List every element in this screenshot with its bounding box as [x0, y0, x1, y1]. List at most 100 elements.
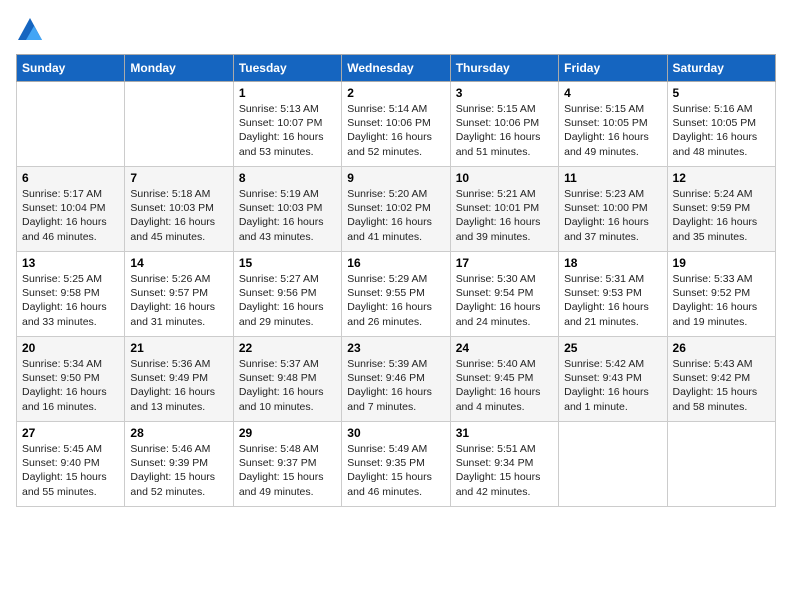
day-cell: 7 Sunrise: 5:18 AMSunset: 10:03 PMDayligh… — [125, 167, 233, 252]
day-info: Sunrise: 5:34 AMSunset: 9:50 PMDaylight:… — [22, 357, 119, 414]
day-number: 9 — [347, 171, 444, 185]
day-info: Sunrise: 5:26 AMSunset: 9:57 PMDaylight:… — [130, 272, 227, 329]
day-cell: 28 Sunrise: 5:46 AMSunset: 9:39 PMDayligh… — [125, 422, 233, 507]
header-row: SundayMondayTuesdayWednesdayThursdayFrid… — [17, 55, 776, 82]
day-info: Sunrise: 5:51 AMSunset: 9:34 PMDaylight:… — [456, 442, 553, 499]
day-number: 26 — [673, 341, 770, 355]
header — [16, 16, 776, 44]
day-info: Sunrise: 5:48 AMSunset: 9:37 PMDaylight:… — [239, 442, 336, 499]
day-cell: 20 Sunrise: 5:34 AMSunset: 9:50 PMDayligh… — [17, 337, 125, 422]
day-cell: 8Sunrise: 5:19 AMSunset: 10:03 PMDayligh… — [233, 167, 341, 252]
day-cell — [667, 422, 775, 507]
day-number: 30 — [347, 426, 444, 440]
day-info: Sunrise: 5:16 AMSunset: 10:05 PMDaylight… — [673, 102, 770, 159]
day-info: Sunrise: 5:18 AMSunset: 10:03 PMDaylight… — [130, 187, 227, 244]
day-info: Sunrise: 5:40 AMSunset: 9:45 PMDaylight:… — [456, 357, 553, 414]
day-number: 19 — [673, 256, 770, 270]
calendar-body: 1Sunrise: 5:13 AMSunset: 10:07 PMDayligh… — [17, 82, 776, 507]
day-cell: 19 Sunrise: 5:33 AMSunset: 9:52 PMDayligh… — [667, 252, 775, 337]
header-cell-tuesday: Tuesday — [233, 55, 341, 82]
day-info: Sunrise: 5:49 AMSunset: 9:35 PMDaylight:… — [347, 442, 444, 499]
day-info: Sunrise: 5:23 AMSunset: 10:00 PMDaylight… — [564, 187, 661, 244]
day-info: Sunrise: 5:46 AMSunset: 9:39 PMDaylight:… — [130, 442, 227, 499]
day-info: Sunrise: 5:36 AMSunset: 9:49 PMDaylight:… — [130, 357, 227, 414]
day-info: Sunrise: 5:14 AMSunset: 10:06 PMDaylight… — [347, 102, 444, 159]
day-info: Sunrise: 5:29 AMSunset: 9:55 PMDaylight:… — [347, 272, 444, 329]
day-info: Sunrise: 5:31 AMSunset: 9:53 PMDaylight:… — [564, 272, 661, 329]
day-number: 22 — [239, 341, 336, 355]
day-number: 18 — [564, 256, 661, 270]
header-cell-saturday: Saturday — [667, 55, 775, 82]
day-info: Sunrise: 5:25 AMSunset: 9:58 PMDaylight:… — [22, 272, 119, 329]
day-cell: 18 Sunrise: 5:31 AMSunset: 9:53 PMDayligh… — [559, 252, 667, 337]
day-cell: 26Sunrise: 5:43 AMSunset: 9:42 PMDayligh… — [667, 337, 775, 422]
day-cell: 12Sunrise: 5:24 AMSunset: 9:59 PMDayligh… — [667, 167, 775, 252]
day-cell: 24 Sunrise: 5:40 AMSunset: 9:45 PMDayligh… — [450, 337, 558, 422]
day-number: 21 — [130, 341, 227, 355]
header-cell-wednesday: Wednesday — [342, 55, 450, 82]
day-cell: 13 Sunrise: 5:25 AMSunset: 9:58 PMDayligh… — [17, 252, 125, 337]
day-info: Sunrise: 5:30 AMSunset: 9:54 PMDaylight:… — [456, 272, 553, 329]
day-number: 11 — [564, 171, 661, 185]
day-number: 20 — [22, 341, 119, 355]
day-cell — [559, 422, 667, 507]
day-number: 29 — [239, 426, 336, 440]
day-cell: 23 Sunrise: 5:39 AMSunset: 9:46 PMDayligh… — [342, 337, 450, 422]
day-info: Sunrise: 5:19 AMSunset: 10:03 PMDaylight… — [239, 187, 336, 244]
day-cell: 1Sunrise: 5:13 AMSunset: 10:07 PMDayligh… — [233, 82, 341, 167]
calendar-header: SundayMondayTuesdayWednesdayThursdayFrid… — [17, 55, 776, 82]
day-number: 10 — [456, 171, 553, 185]
week-row-0: 1Sunrise: 5:13 AMSunset: 10:07 PMDayligh… — [17, 82, 776, 167]
day-cell: 4 Sunrise: 5:15 AMSunset: 10:05 PMDayligh… — [559, 82, 667, 167]
day-number: 13 — [22, 256, 119, 270]
week-row-4: 27Sunrise: 5:45 AMSunset: 9:40 PMDayligh… — [17, 422, 776, 507]
day-cell: 11 Sunrise: 5:23 AMSunset: 10:00 PMDaylig… — [559, 167, 667, 252]
day-number: 28 — [130, 426, 227, 440]
day-cell: 14 Sunrise: 5:26 AMSunset: 9:57 PMDayligh… — [125, 252, 233, 337]
header-cell-sunday: Sunday — [17, 55, 125, 82]
header-cell-friday: Friday — [559, 55, 667, 82]
day-cell: 31Sunrise: 5:51 AMSunset: 9:34 PMDayligh… — [450, 422, 558, 507]
day-cell: 21 Sunrise: 5:36 AMSunset: 9:49 PMDayligh… — [125, 337, 233, 422]
week-row-3: 20 Sunrise: 5:34 AMSunset: 9:50 PMDayligh… — [17, 337, 776, 422]
day-number: 1 — [239, 86, 336, 100]
day-number: 12 — [673, 171, 770, 185]
day-cell: 17 Sunrise: 5:30 AMSunset: 9:54 PMDayligh… — [450, 252, 558, 337]
day-number: 23 — [347, 341, 444, 355]
day-info: Sunrise: 5:17 AMSunset: 10:04 PMDaylight… — [22, 187, 119, 244]
week-row-1: 6 Sunrise: 5:17 AMSunset: 10:04 PMDayligh… — [17, 167, 776, 252]
logo-icon — [16, 16, 44, 44]
week-row-2: 13 Sunrise: 5:25 AMSunset: 9:58 PMDayligh… — [17, 252, 776, 337]
day-info: Sunrise: 5:27 AMSunset: 9:56 PMDaylight:… — [239, 272, 336, 329]
day-info: Sunrise: 5:33 AMSunset: 9:52 PMDaylight:… — [673, 272, 770, 329]
day-info: Sunrise: 5:42 AMSunset: 9:43 PMDaylight:… — [564, 357, 661, 414]
day-info: Sunrise: 5:15 AMSunset: 10:05 PMDaylight… — [564, 102, 661, 159]
day-cell: 6 Sunrise: 5:17 AMSunset: 10:04 PMDayligh… — [17, 167, 125, 252]
day-number: 14 — [130, 256, 227, 270]
day-cell: 27Sunrise: 5:45 AMSunset: 9:40 PMDayligh… — [17, 422, 125, 507]
day-number: 7 — [130, 171, 227, 185]
day-number: 24 — [456, 341, 553, 355]
header-cell-monday: Monday — [125, 55, 233, 82]
day-number: 4 — [564, 86, 661, 100]
day-cell: 10 Sunrise: 5:21 AMSunset: 10:01 PMDaylig… — [450, 167, 558, 252]
day-info: Sunrise: 5:39 AMSunset: 9:46 PMDaylight:… — [347, 357, 444, 414]
day-cell — [17, 82, 125, 167]
day-number: 6 — [22, 171, 119, 185]
day-cell — [125, 82, 233, 167]
day-number: 5 — [673, 86, 770, 100]
day-cell: 30 Sunrise: 5:49 AMSunset: 9:35 PMDayligh… — [342, 422, 450, 507]
day-cell: 9 Sunrise: 5:20 AMSunset: 10:02 PMDayligh… — [342, 167, 450, 252]
day-number: 15 — [239, 256, 336, 270]
day-cell: 3Sunrise: 5:15 AMSunset: 10:06 PMDayligh… — [450, 82, 558, 167]
day-number: 17 — [456, 256, 553, 270]
day-cell: 15 Sunrise: 5:27 AMSunset: 9:56 PMDayligh… — [233, 252, 341, 337]
day-cell: 25Sunrise: 5:42 AMSunset: 9:43 PMDayligh… — [559, 337, 667, 422]
day-cell: 16 Sunrise: 5:29 AMSunset: 9:55 PMDayligh… — [342, 252, 450, 337]
day-info: Sunrise: 5:20 AMSunset: 10:02 PMDaylight… — [347, 187, 444, 244]
day-info: Sunrise: 5:21 AMSunset: 10:01 PMDaylight… — [456, 187, 553, 244]
logo — [16, 16, 48, 44]
day-cell: 29 Sunrise: 5:48 AMSunset: 9:37 PMDayligh… — [233, 422, 341, 507]
day-info: Sunrise: 5:45 AMSunset: 9:40 PMDaylight:… — [22, 442, 119, 499]
day-number: 16 — [347, 256, 444, 270]
